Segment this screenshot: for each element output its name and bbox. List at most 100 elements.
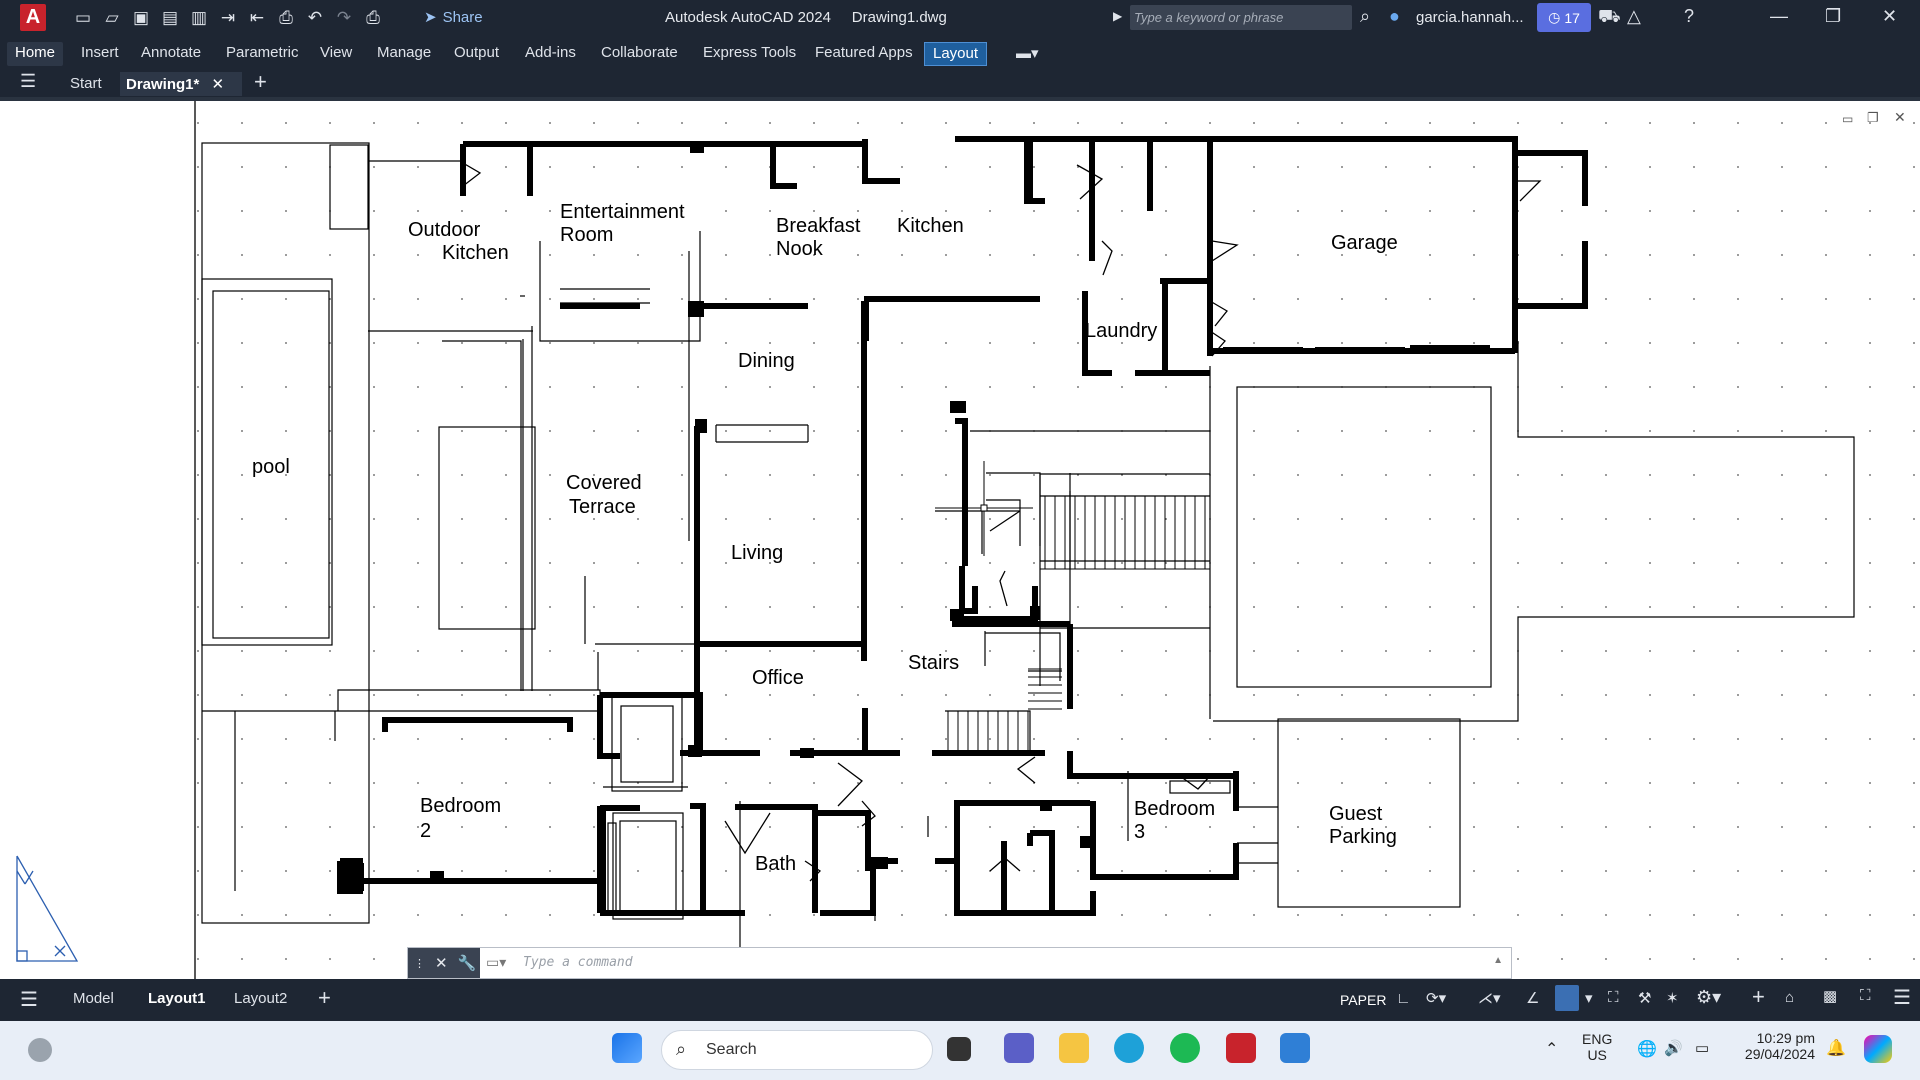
file-explorer-icon[interactable] bbox=[1059, 1033, 1089, 1063]
edge-icon[interactable] bbox=[1114, 1033, 1144, 1063]
wrench-icon[interactable]: 🔧 bbox=[458, 954, 477, 972]
osnap-icon[interactable]: ⋌▾ bbox=[1478, 989, 1501, 1007]
autocad-taskbar-icon[interactable] bbox=[1226, 1033, 1256, 1063]
plot-icon[interactable]: ⎙ bbox=[275, 8, 297, 28]
autodesk-a360-icon[interactable]: △ bbox=[1627, 6, 1641, 27]
publish-icon[interactable]: ▥ bbox=[188, 8, 210, 28]
drawing-canvas[interactable]: Outdoor Kitchen Entertainment Room Break… bbox=[0, 101, 1920, 979]
fullscreen-icon[interactable]: ⛶ bbox=[1860, 987, 1871, 1004]
language-indicator[interactable]: ENG US bbox=[1582, 1031, 1612, 1063]
viewport-scale-icon[interactable]: ⛶ bbox=[1608, 989, 1619, 1006]
tab-manage[interactable]: Manage bbox=[369, 42, 439, 66]
tab-layout1[interactable]: Layout1 bbox=[148, 990, 206, 1007]
command-history-icon[interactable]: ▭▾ bbox=[486, 954, 506, 971]
paper-space-toggle[interactable]: PAPER bbox=[1340, 992, 1386, 1008]
close-icon[interactable]: ✕ bbox=[435, 954, 448, 972]
tab-annotate[interactable]: Annotate bbox=[133, 42, 209, 66]
ribbon-toggle-icon[interactable]: ▬▾ bbox=[1016, 44, 1039, 62]
floor-plan-drawing: Outdoor Kitchen Entertainment Room Break… bbox=[16, 101, 1920, 979]
search-icon[interactable]: ⌕ bbox=[1360, 6, 1370, 27]
label-entertainment-1: Entertainment bbox=[560, 201, 685, 223]
close-icon[interactable]: ✕ bbox=[1882, 6, 1897, 27]
add-icon[interactable]: + bbox=[1752, 984, 1765, 1010]
task-view-icon[interactable] bbox=[947, 1037, 971, 1061]
battery-icon[interactable]: ▭ bbox=[1695, 1039, 1709, 1057]
undo-icon[interactable]: ↶ bbox=[304, 8, 326, 28]
notification-bell-icon[interactable]: 🔔 bbox=[1826, 1038, 1846, 1058]
hardware-accel-icon[interactable]: ▩ bbox=[1823, 987, 1837, 1005]
selection-cycle-icon[interactable] bbox=[1555, 985, 1579, 1011]
user-icon[interactable]: ● bbox=[1389, 6, 1400, 27]
widgets-icon[interactable] bbox=[28, 1038, 52, 1062]
tab-parametric[interactable]: Parametric bbox=[218, 42, 307, 66]
isolate-icon[interactable]: ⌂ bbox=[1785, 989, 1794, 1006]
gear-icon[interactable]: ⚙▾ bbox=[1696, 987, 1721, 1008]
tab-insert[interactable]: Insert bbox=[73, 42, 127, 66]
tab-output[interactable]: Output bbox=[446, 42, 507, 66]
tab-view[interactable]: View bbox=[312, 42, 360, 66]
network-icon[interactable]: 🌐 bbox=[1637, 1039, 1657, 1059]
export-icon[interactable]: ⇤ bbox=[246, 8, 268, 28]
menu-icon[interactable]: ☰ bbox=[20, 987, 38, 1012]
label-living: Living bbox=[731, 542, 783, 564]
teams-icon[interactable] bbox=[1004, 1033, 1034, 1063]
tab-start[interactable]: Start bbox=[64, 72, 108, 96]
print-icon[interactable]: ⎙ bbox=[362, 8, 384, 28]
save-as-icon[interactable]: ▤ bbox=[159, 8, 181, 28]
minimize-icon[interactable]: — bbox=[1770, 6, 1788, 27]
tab-add-ins[interactable]: Add-ins bbox=[517, 42, 584, 66]
copilot-icon[interactable] bbox=[1864, 1035, 1892, 1063]
photos-icon[interactable] bbox=[1280, 1033, 1310, 1063]
annotation-scale-icon[interactable]: ⚒ bbox=[1638, 989, 1651, 1007]
close-icon[interactable]: ✕ bbox=[212, 76, 225, 93]
share-button[interactable]: ➤ Share bbox=[424, 8, 483, 27]
cart-icon[interactable]: ⛟ bbox=[1598, 6, 1621, 30]
menu-icon[interactable]: ☰ bbox=[20, 71, 36, 92]
grip-icon[interactable]: ⋮ bbox=[414, 957, 425, 970]
user-menu[interactable]: garcia.hannah... bbox=[1416, 9, 1524, 26]
search-input[interactable]: Type a keyword or phrase bbox=[1130, 5, 1352, 30]
redo-icon[interactable]: ↷ bbox=[333, 8, 355, 28]
import-icon[interactable]: ⇥ bbox=[217, 8, 239, 28]
viewport-close-icon[interactable]: ✕ bbox=[1894, 109, 1906, 126]
spotify-icon[interactable] bbox=[1170, 1033, 1200, 1063]
tab-collaborate[interactable]: Collaborate bbox=[593, 42, 686, 66]
chevron-up-icon[interactable]: ⌃ bbox=[1545, 1039, 1558, 1059]
add-tab-icon[interactable]: + bbox=[254, 69, 267, 95]
ortho-icon[interactable]: ∟ bbox=[1396, 990, 1411, 1007]
restore-icon[interactable]: ❐ bbox=[1825, 6, 1841, 27]
tab-layout2[interactable]: Layout2 bbox=[234, 990, 287, 1007]
save-icon[interactable]: ▣ bbox=[130, 8, 152, 28]
add-layout-icon[interactable]: + bbox=[318, 985, 331, 1011]
tab-featured-apps[interactable]: Featured Apps bbox=[807, 42, 921, 66]
command-line: ⋮ ✕ 🔧 ▭▾ Type a command ▲ bbox=[407, 947, 1512, 979]
ribbon-tabs: Home Insert Annotate Parametric View Man… bbox=[0, 36, 1920, 68]
region-code: US bbox=[1587, 1047, 1607, 1063]
chevron-right-icon[interactable]: ▶ bbox=[1113, 9, 1122, 23]
chevron-down-icon[interactable]: ▾ bbox=[1585, 989, 1593, 1007]
tab-home[interactable]: Home bbox=[7, 42, 64, 66]
annotation-visibility-icon[interactable]: ✶ bbox=[1666, 989, 1679, 1007]
taskbar-search[interactable]: ⌕ Search bbox=[661, 1030, 933, 1070]
viewport-minimize-icon[interactable]: ▭ bbox=[1842, 112, 1853, 126]
clock[interactable]: 10:29 pm 29/04/2024 bbox=[1735, 1030, 1815, 1062]
notification-badge[interactable]: ◷ 17 bbox=[1537, 3, 1591, 32]
angle-icon[interactable]: ∠ bbox=[1526, 989, 1539, 1007]
customize-icon[interactable]: ☰ bbox=[1893, 985, 1911, 1010]
chevron-up-icon[interactable]: ▲ bbox=[1493, 955, 1503, 966]
viewport-restore-icon[interactable]: ❐ bbox=[1867, 110, 1879, 126]
clock-date: 29/04/2024 bbox=[1744, 1046, 1815, 1062]
tab-drawing1[interactable]: Drawing1* ✕ bbox=[120, 72, 242, 96]
tab-model[interactable]: Model bbox=[73, 990, 114, 1007]
new-file-icon[interactable]: ▭ bbox=[72, 8, 94, 28]
start-icon[interactable] bbox=[612, 1033, 642, 1063]
open-folder-icon[interactable]: ▱ bbox=[101, 8, 123, 28]
volume-icon[interactable]: 🔊 bbox=[1664, 1039, 1683, 1057]
tab-layout[interactable]: Layout bbox=[924, 42, 988, 66]
help-icon[interactable]: ? bbox=[1684, 6, 1694, 27]
tab-express-tools[interactable]: Express Tools bbox=[695, 42, 804, 66]
quick-access-toolbar: ▭ ▱ ▣ ▤ ▥ ⇥ ⇤ ⎙ ↶ ↷ ⎙ bbox=[72, 6, 391, 30]
autocad-logo-button[interactable]: A bbox=[20, 4, 46, 31]
polar-icon[interactable]: ⟳▾ bbox=[1426, 989, 1446, 1007]
command-input[interactable]: Type a command bbox=[523, 955, 633, 970]
